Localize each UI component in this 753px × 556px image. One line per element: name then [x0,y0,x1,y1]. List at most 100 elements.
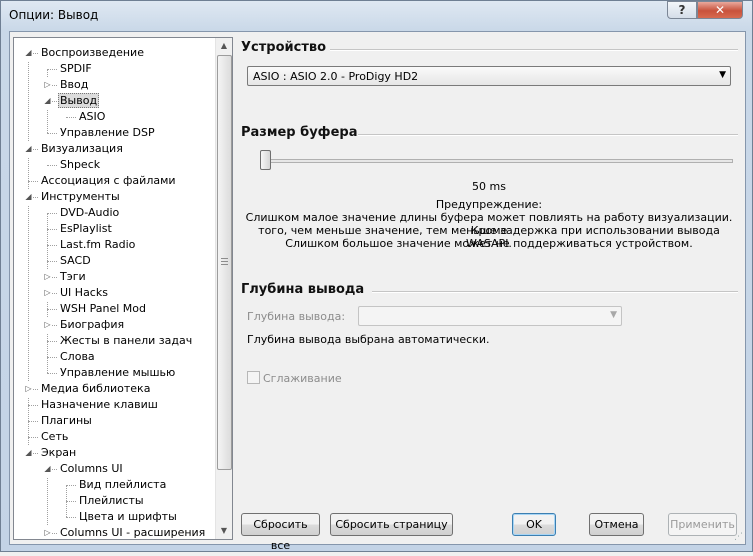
tree-item[interactable]: Жесты в панели задач [58,333,194,349]
tree-item[interactable]: ▷ Columns UI - расширения [43,525,207,539]
buffer-slider-thumb[interactable] [260,150,271,170]
tree-item[interactable]: ▷ Медиа библиотека [24,381,152,397]
buffer-heading-rule [358,134,738,136]
reset-page-button[interactable]: Сбросить страницу [330,513,453,536]
tree-item-label: Вид плейлиста [79,478,167,491]
collapse-arrow-icon[interactable]: ◢ [24,189,33,205]
resize-grip-icon[interactable]: ⋰ [734,532,743,542]
expand-arrow-icon[interactable]: ▷ [43,317,52,333]
tree-item-label: Назначение клавиш [41,398,158,411]
tree-item[interactable]: ▷ Ввод [43,77,90,93]
depth-heading-rule [372,291,738,293]
apply-button[interactable]: Применить [668,513,737,536]
device-heading-rule [330,49,738,51]
chevron-down-icon: ▼ [610,310,617,320]
tree-item[interactable]: Ассоциация с файлами [39,173,178,189]
device-heading: Устройство [241,40,327,55]
tree-item[interactable]: DVD-Audio [58,205,121,221]
tree-item-label: WSH Panel Mod [60,302,147,315]
cancel-button[interactable]: Отмена [589,513,644,536]
dither-checkbox[interactable] [247,371,260,384]
tree-item-label: Медиа библиотека [41,382,151,395]
tree-item-label: Shpeck [60,158,101,171]
tree-item[interactable]: Управление мышью [58,365,177,381]
tree-item-label: Экран [41,446,77,459]
tree-item-label: Управление мышью [60,366,176,379]
tree-item[interactable]: ▷ Биография [43,317,126,333]
tree-item[interactable]: ◢ Инструменты [24,189,122,205]
collapse-arrow-icon[interactable]: ◢ [24,45,33,61]
collapse-arrow-icon[interactable]: ◢ [43,93,52,109]
tree-item-label: UI Hacks [60,286,108,299]
expand-arrow-icon[interactable]: ▷ [43,285,52,301]
tree-scrollbar[interactable]: ▲ ▼ [215,38,232,539]
warning-title: Предупреждение: [435,198,543,211]
depth-select[interactable]: ▼ [358,306,622,326]
expand-arrow-icon[interactable]: ▷ [43,77,52,93]
reset-all-button[interactable]: Сбросить все [241,513,320,552]
tree-item[interactable]: ASIO [77,109,107,125]
device-select-value: ASIO : ASIO 2.0 - ProDigy HD2 [253,70,419,83]
tree-item[interactable]: Цвета и шрифты [77,509,179,525]
tree-item-label: Биография [60,318,125,331]
tree-item[interactable]: Плагины [39,413,94,429]
tree-item-label: Ввод [60,78,89,91]
title-bar[interactable]: Опции: Вывод ? ✕ [1,1,752,31]
tree-item[interactable]: Вид плейлиста [77,477,168,493]
expand-arrow-icon[interactable]: ▷ [43,525,52,539]
tree-item-label: Жесты в панели задач [60,334,193,347]
tree-item-label: Визуализация [41,142,123,155]
tree-item-label: Сеть [41,430,69,443]
tree-item[interactable]: WSH Panel Mod [58,301,148,317]
help-icon: ? [678,3,686,17]
tree-item-label: Columns UI [60,462,123,475]
device-select[interactable]: ASIO : ASIO 2.0 - ProDigy HD2 ▼ [247,66,731,86]
buffer-value: 50 ms [472,180,506,193]
tree-item-label: SPDIF [60,62,92,75]
tree-item[interactable]: ▷ UI Hacks [43,285,110,301]
collapse-arrow-icon[interactable]: ◢ [24,445,33,461]
tree-item[interactable]: SACD [58,253,93,269]
expand-arrow-icon[interactable]: ▷ [43,269,52,285]
tree-item[interactable]: Shpeck [58,157,102,173]
scrollbar-thumb[interactable] [217,55,232,470]
tree-item[interactable]: Назначение клавиш [39,397,160,413]
depth-heading: Глубина вывода [241,282,365,297]
tree-item[interactable]: SPDIF [58,61,94,77]
collapse-arrow-icon[interactable]: ◢ [43,461,52,477]
tree-item[interactable]: ▷ Тэги [43,269,88,285]
options-window: Опции: Вывод ? ✕ ◢ Воспроизведение SPDIF ▷ В… [0,0,753,552]
scroll-up-icon[interactable]: ▲ [216,38,232,54]
tree-item-label: EsPlaylist [60,222,112,235]
ok-button[interactable]: OK [512,513,556,536]
tree-item-label: Слова [60,350,95,363]
preferences-tree[interactable]: ◢ Воспроизведение SPDIF ▷ Ввод ◢ Вывод ASIO Упра… [13,37,233,540]
tree-item-label: Last.fm Radio [60,238,136,251]
dither-label: Сглаживание [263,372,342,385]
help-button[interactable]: ? [667,1,697,19]
tree-item[interactable]: ◢ Вывод [43,93,100,109]
tree-item-label: Инструменты [41,190,120,203]
tree-item[interactable]: ◢ Экран [24,445,78,461]
buffer-slider-track[interactable] [264,159,733,163]
close-icon: ✕ [714,3,726,17]
scroll-down-icon[interactable]: ▼ [216,523,232,539]
expand-arrow-icon[interactable]: ▷ [24,381,33,397]
tree-item-label: Вывод [58,93,100,108]
close-button[interactable]: ✕ [697,1,743,19]
tree-item-label: Цвета и шрифты [79,510,177,523]
collapse-arrow-icon[interactable]: ◢ [24,141,33,157]
tree-item-label: Плагины [41,414,92,427]
tree-item[interactable]: ◢ Columns UI [43,461,125,477]
tree-item[interactable]: EsPlaylist [58,221,114,237]
tree-item[interactable]: Сеть [39,429,70,445]
tree-item-label: Управление DSP [60,126,155,139]
tree-item[interactable]: Last.fm Radio [58,237,137,253]
tree-item[interactable]: Плейлисты [77,493,146,509]
tree-item[interactable]: ◢ Визуализация [24,141,125,157]
tree-item-label: DVD-Audio [60,206,120,219]
tree-item[interactable]: Управление DSP [58,125,157,141]
tree-item[interactable]: Слова [58,349,97,365]
tree-item[interactable]: ◢ Воспроизведение [24,45,146,61]
tree-item-label: SACD [60,254,91,267]
